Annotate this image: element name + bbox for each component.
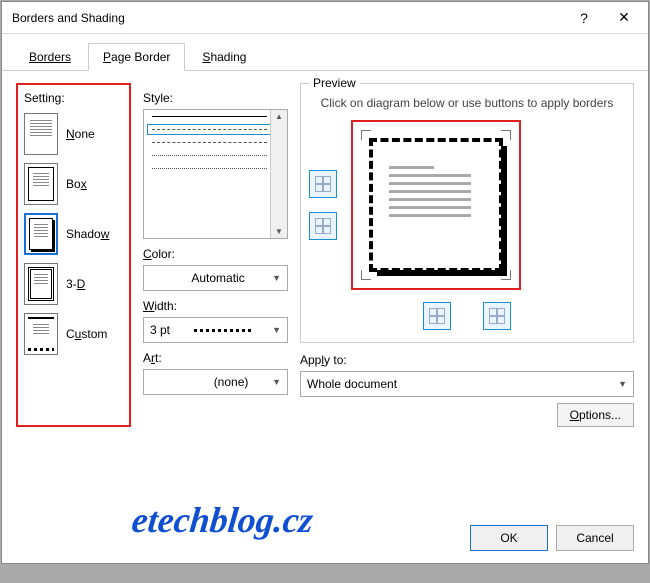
preview-diagram[interactable] (351, 120, 521, 290)
preview-legend: Preview (309, 76, 360, 90)
border-right-button[interactable] (483, 302, 511, 330)
setting-box[interactable]: Box (24, 163, 125, 205)
setting-none[interactable]: None (24, 113, 125, 155)
setting-box-thumb (24, 163, 58, 205)
chevron-down-icon: ▼ (272, 325, 281, 335)
setting-shadow-label: Shadow (66, 227, 109, 241)
apply-to-combo[interactable]: Whole document ▼ (300, 371, 634, 397)
grid-icon (429, 308, 445, 324)
chevron-down-icon: ▼ (618, 379, 627, 389)
width-value: 3 pt (150, 323, 170, 337)
setting-shadow[interactable]: Shadow (24, 213, 125, 255)
setting-panel: Setting: None Box Shadow 3-D Custom (16, 83, 131, 427)
close-button[interactable]: ✕ (604, 3, 644, 33)
chevron-down-icon: ▼ (272, 273, 281, 283)
style-dotted-2[interactable] (152, 168, 267, 169)
border-left-button[interactable] (423, 302, 451, 330)
setting-3d-thumb (24, 263, 58, 305)
style-label: Style: (143, 91, 288, 105)
style-dotted[interactable] (152, 155, 267, 156)
art-combo[interactable]: (none) ▼ (143, 369, 288, 395)
border-top-button[interactable] (309, 170, 337, 198)
style-solid[interactable] (152, 116, 267, 117)
scroll-up-icon[interactable]: ▲ (273, 110, 285, 123)
setting-custom[interactable]: Custom (24, 313, 125, 355)
setting-custom-label: Custom (66, 327, 107, 341)
apply-to-label: Apply to: (300, 353, 634, 367)
options-button[interactable]: Options... (557, 403, 634, 427)
width-swatch (194, 329, 254, 332)
setting-label: Setting: (24, 91, 125, 105)
chevron-down-icon: ▼ (272, 377, 281, 387)
tab-shading[interactable]: Shading (187, 43, 261, 71)
apply-to-value: Whole document (307, 377, 397, 391)
setting-box-label: Box (66, 177, 87, 191)
setting-none-label: None (66, 127, 95, 141)
color-label: Color: (143, 247, 288, 261)
setting-shadow-thumb (24, 213, 58, 255)
tab-borders[interactable]: Borders (14, 43, 86, 71)
setting-3d[interactable]: 3-D (24, 263, 125, 305)
style-dashed-2[interactable] (152, 142, 267, 143)
cancel-button[interactable]: Cancel (556, 525, 634, 551)
style-dashed[interactable] (152, 129, 267, 130)
art-value: (none) (214, 375, 249, 389)
grid-icon (489, 308, 505, 324)
style-scrollbar[interactable]: ▲ ▼ (270, 110, 287, 238)
style-listbox[interactable]: ▲ ▼ (143, 109, 288, 239)
setting-custom-thumb (24, 313, 58, 355)
width-label: Width: (143, 299, 288, 313)
border-bottom-button[interactable] (309, 212, 337, 240)
grid-icon (315, 176, 331, 192)
setting-3d-label: 3-D (66, 277, 85, 291)
dialog-title: Borders and Shading (12, 11, 564, 25)
tab-page-border[interactable]: Page Border (88, 43, 185, 71)
scroll-down-icon[interactable]: ▼ (273, 225, 285, 238)
ok-button[interactable]: OK (470, 525, 548, 551)
width-combo[interactable]: 3 pt ▼ (143, 317, 288, 343)
grid-icon (315, 218, 331, 234)
art-label: Art: (143, 351, 288, 365)
setting-none-thumb (24, 113, 58, 155)
preview-hint: Click on diagram below or use buttons to… (309, 92, 625, 120)
help-button[interactable]: ? (564, 3, 604, 33)
color-value: Automatic (191, 271, 244, 285)
watermark: etechblog.cz (130, 499, 315, 541)
color-combo[interactable]: Automatic ▼ (143, 265, 288, 291)
